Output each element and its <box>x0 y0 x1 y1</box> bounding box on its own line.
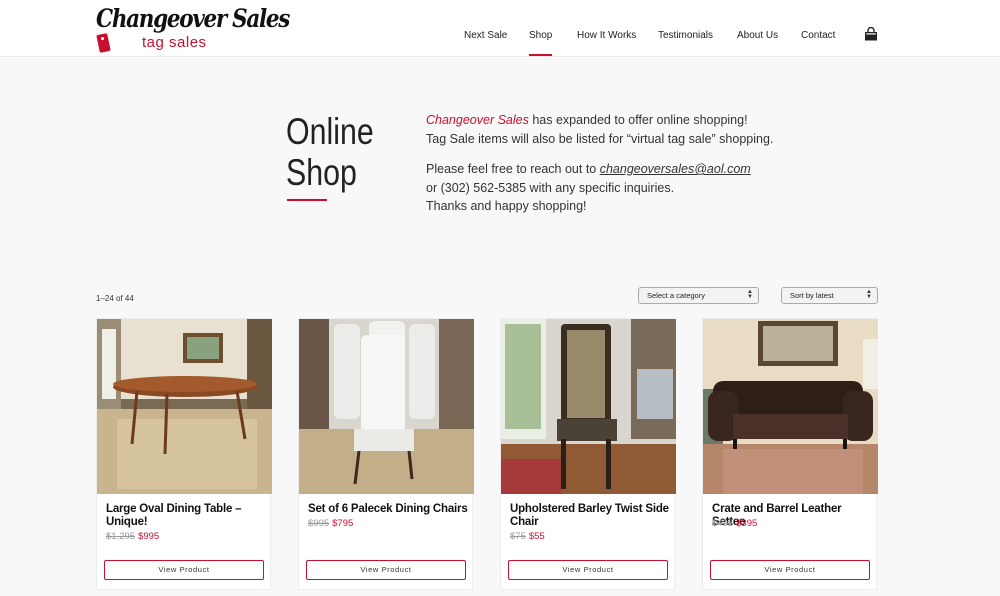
sale-price: $795 <box>332 518 354 529</box>
intro-paragraph-1: Changeover Sales has expanded to offer o… <box>426 111 826 148</box>
sale-price: $55 <box>528 531 545 542</box>
product-card: Large Oval Dining Table – Unique! $1,295… <box>96 318 272 590</box>
nav-next-sale[interactable]: Next Sale <box>464 30 507 41</box>
nav-shop[interactable]: Shop <box>529 30 553 56</box>
contact-phone-line: or (302) 562-5385 with any specific inqu… <box>426 180 675 195</box>
intro-paragraph-2: Please feel free to reach out to changeo… <box>426 160 826 216</box>
brand-name: Changeover Sales <box>426 113 529 127</box>
select-arrows-icon: ▲ ▼ <box>747 289 753 300</box>
nav-contact[interactable]: Contact <box>801 30 835 41</box>
email-link[interactable]: changeoversales@aol.com <box>600 162 751 176</box>
product-name[interactable]: Large Oval Dining Table – Unique! <box>106 503 266 528</box>
shopping-bag-icon[interactable] <box>864 27 878 41</box>
site-logo[interactable]: Changeover Sales tag sales <box>94 4 290 54</box>
product-image[interactable] <box>703 319 878 494</box>
nav-about-us[interactable]: About Us <box>737 30 778 41</box>
product-price: $495 $395 <box>712 518 757 529</box>
product-card: Crate and Barrel Leather Settee $495 $395… <box>702 318 878 590</box>
intro-text: Changeover Sales has expanded to offer o… <box>426 111 826 228</box>
old-price: $995 <box>308 518 330 529</box>
product-image[interactable] <box>97 319 272 494</box>
select-arrows-icon: ▲ ▼ <box>866 289 872 300</box>
sort-select-value: Sort by latest <box>790 291 834 300</box>
category-select[interactable]: Select a category ▲ ▼ <box>638 287 759 304</box>
old-price: $75 <box>510 531 526 542</box>
site-header: Changeover Sales tag sales Next Sale Sho… <box>0 0 1000 57</box>
product-price: $1,295 $995 <box>106 531 159 542</box>
nav-how-it-works[interactable]: How It Works <box>577 30 636 41</box>
logo-script-text: Changeover Sales <box>96 4 290 33</box>
price-tag-icon <box>96 33 111 53</box>
product-card: Upholstered Barley Twist Side Chair $75 $… <box>500 318 676 590</box>
view-product-button[interactable]: View Product <box>306 560 466 580</box>
product-image[interactable] <box>299 319 474 494</box>
intro-line2: Tag Sale items will also be listed for “… <box>426 131 774 146</box>
product-price: $995 $795 <box>308 518 353 529</box>
category-select-value: Select a category <box>647 291 705 300</box>
sale-price: $395 <box>736 518 758 529</box>
page-title: Online Shop <box>286 111 374 193</box>
old-price: $1,295 <box>106 531 136 542</box>
view-product-button[interactable]: View Product <box>104 560 264 580</box>
title-underline <box>287 199 327 201</box>
product-price: $75 $55 <box>510 531 545 542</box>
product-name[interactable]: Set of 6 Palecek Dining Chairs <box>308 503 468 516</box>
intro-line1: has expanded to offer online shopping! <box>528 113 748 127</box>
page-title-line1: Online <box>286 111 374 152</box>
nav-testimonials[interactable]: Testimonials <box>658 30 713 41</box>
product-name[interactable]: Upholstered Barley Twist Side Chair <box>510 503 670 528</box>
product-card: Set of 6 Palecek Dining Chairs $995 $795 … <box>298 318 474 590</box>
view-product-button[interactable]: View Product <box>508 560 668 580</box>
page-title-line2: Shop <box>286 152 357 193</box>
contact-prefix: Please feel free to reach out to <box>426 162 600 176</box>
sort-select[interactable]: Sort by latest ▲ ▼ <box>781 287 878 304</box>
sale-price: $995 <box>138 531 160 542</box>
contact-thanks: Thanks and happy shopping! <box>426 199 587 213</box>
product-image[interactable] <box>501 319 676 494</box>
old-price: $495 <box>712 518 734 529</box>
result-count: 1–24 of 44 <box>96 294 134 303</box>
view-product-button[interactable]: View Product <box>710 560 870 580</box>
logo-sub-text: tag sales <box>142 34 207 51</box>
